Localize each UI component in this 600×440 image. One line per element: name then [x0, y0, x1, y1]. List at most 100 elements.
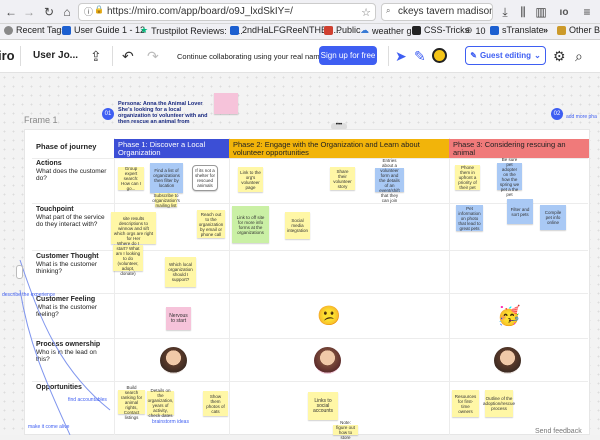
- sticky-note[interactable]: Links to social accounts: [308, 392, 338, 420]
- back-arrow-icon[interactable]: ←: [4, 4, 18, 20]
- share-upload-icon[interactable]: ⇪: [90, 48, 102, 65]
- sticky-note[interactable]: Be sure pet adopter on the how the sprin…: [497, 157, 522, 197]
- send-feedback-link[interactable]: Send feedback: [535, 428, 582, 435]
- sticky-note[interactable]: Show them photos of cats: [203, 391, 228, 416]
- sticky-note[interactable]: Subscribe to organization's mailing list: [152, 193, 180, 208]
- row-divider: [32, 203, 588, 204]
- sticky-note[interactable]: Compile pet info online: [540, 205, 566, 230]
- redo-icon[interactable]: ↷: [147, 48, 159, 65]
- sticky-note[interactable]: Resources for first-time owners: [452, 390, 479, 417]
- sticky-note[interactable]: Link to off site for more info forms at …: [232, 206, 269, 243]
- extension-icon[interactable]: ıo: [556, 4, 572, 20]
- row-label-actions: Actions What does the customer do?: [36, 160, 107, 182]
- sticky-note[interactable]: Pet information on photo that lead to gr…: [456, 205, 483, 231]
- sticky-note[interactable]: Details on the organization, years of ac…: [147, 388, 174, 418]
- sticky-note[interactable]: Find a list of organizations then filter…: [150, 163, 183, 193]
- owner-avatar[interactable]: [160, 347, 187, 374]
- sticky-note[interactable]: Note: figure out how to store: [333, 420, 358, 440]
- forward-arrow-icon[interactable]: →: [22, 4, 36, 20]
- bookmark-favicon-icon: [62, 25, 71, 35]
- bookmark-favicon-icon: [324, 25, 333, 35]
- folder-icon: [557, 25, 566, 35]
- sticky-note[interactable]: Filter and sort pets: [507, 199, 533, 224]
- celebrate-icon[interactable]: ✎: [414, 48, 426, 65]
- library-icon[interactable]: ⫼: [516, 4, 530, 20]
- emoji-sticker[interactable]: 😕: [317, 304, 341, 328]
- pencil-icon: ✎: [470, 51, 477, 60]
- search-icon: ⌕: [386, 6, 391, 15]
- bookmark-item[interactable]: User Guide 1 - 12: [62, 25, 145, 35]
- find-accountables-link[interactable]: find accountables: [68, 397, 107, 403]
- lock-icon: 🔒: [94, 5, 104, 14]
- bookmark-favicon-icon: [490, 25, 499, 35]
- emoji-sticker[interactable]: 🥳: [497, 304, 521, 328]
- column-divider: [229, 138, 230, 435]
- sticky-note[interactable]: If its not a shelter for rescued animals: [192, 165, 218, 191]
- bookmark-item[interactable]: Other Bo: [557, 25, 600, 35]
- sticky-note[interactable]: Share their volunteer story: [330, 167, 355, 190]
- miro-logo[interactable]: iro: [0, 48, 15, 63]
- download-icon[interactable]: ⤓: [498, 4, 512, 20]
- board-name[interactable]: User Jo...: [33, 50, 78, 61]
- sticky-note[interactable]: Outline of the adoption/rescue process: [483, 390, 515, 417]
- sticky-note[interactable]: Social media integration: [285, 212, 310, 239]
- owner-avatar[interactable]: [314, 347, 341, 374]
- persona-text[interactable]: Persona: Anna the Animal Lover She's loo…: [118, 101, 214, 125]
- chevron-down-icon: ⌄: [534, 51, 541, 60]
- bookmarks-overflow-button[interactable]: »: [543, 25, 548, 35]
- bookmark-item[interactable]: ★ Trustpilot Reviews: E...: [140, 25, 243, 36]
- phase-1-header[interactable]: Phase 1: Discover a Local Organization: [114, 139, 229, 158]
- bookmark-item[interactable]: Public: [324, 25, 361, 35]
- guest-banner-text: Continue collaborating using your real n…: [177, 52, 326, 61]
- sticky-note[interactable]: site results descriptions to winnow and …: [111, 212, 156, 244]
- cloud-icon: ☁: [360, 25, 369, 35]
- home-icon[interactable]: ⌂: [60, 4, 74, 20]
- bookmark-star-icon[interactable]: ☆: [360, 5, 372, 19]
- step-badge: 01: [102, 108, 114, 120]
- address-bar[interactable]: ⓘ 🔒 https://miro.com/app/board/o9J_lxdSk…: [78, 3, 376, 21]
- user-avatar[interactable]: [432, 48, 447, 63]
- owner-avatar[interactable]: [494, 347, 521, 374]
- sticky-note[interactable]: Phone them in upfront a priority of thei…: [455, 165, 480, 190]
- frame-label[interactable]: Frame 1: [24, 115, 58, 125]
- sticky-note[interactable]: Group expert search: How can I go...: [118, 166, 144, 191]
- guest-editing-button[interactable]: ✎ Guest editing ⌄: [465, 46, 546, 65]
- divider: [112, 46, 113, 66]
- sticky-note[interactable]: Link to the org's volunteer page: [238, 167, 263, 192]
- search-icon[interactable]: ⌕: [575, 48, 583, 65]
- brainstorm-ideas-link[interactable]: brainstorm ideas: [152, 419, 189, 425]
- tag-icon: [4, 25, 13, 35]
- row-label-touchpoint: Touchpoint What part of the service do th…: [36, 206, 105, 228]
- cursor-select-icon[interactable]: ➤: [395, 48, 407, 65]
- browser-toolbar: ← → ↻ ⌂ ⓘ 🔒 https://miro.com/app/board/o…: [0, 0, 600, 24]
- globe-icon: ⊕: [465, 25, 473, 35]
- sticky-note[interactable]: Nervous to start: [166, 307, 191, 330]
- reload-icon[interactable]: ↻: [42, 4, 56, 20]
- sticky-note[interactable]: Reach out to the organization by email o…: [197, 210, 225, 238]
- frame-side-handle[interactable]: [16, 265, 23, 279]
- phase-2-header[interactable]: Phase 2: Engage with the Organization an…: [229, 139, 449, 158]
- bookmark-item[interactable]: Recent Tags: [4, 25, 66, 35]
- sticky-note-empty[interactable]: [214, 93, 238, 114]
- step-badge: 02: [551, 108, 563, 120]
- sidebar-icon[interactable]: ▥: [534, 4, 548, 20]
- menu-icon[interactable]: ≡: [580, 4, 594, 20]
- divider: [388, 46, 389, 66]
- add-more-phases-link[interactable]: add more pha: [566, 114, 597, 120]
- undo-icon[interactable]: ↶: [122, 48, 134, 65]
- sign-up-button[interactable]: Sign up for free: [319, 46, 377, 65]
- phase-3-header[interactable]: Phase 3: Considering rescuing an animal: [449, 139, 589, 158]
- bookmark-item[interactable]: CSS-Tricks: [412, 25, 469, 35]
- column-divider: [449, 138, 450, 435]
- sticky-note[interactable]: Build search ranking for animal rights, …: [118, 385, 145, 420]
- bookmark-item[interactable]: sTranslate: [490, 25, 544, 35]
- sticky-note[interactable]: Entries about a volunteer form and the d…: [375, 158, 404, 203]
- make-it-come-alive-link[interactable]: make it come alive: [28, 424, 69, 430]
- star-icon: ★: [140, 25, 149, 35]
- sticky-note[interactable]: Which local organization should I suppor…: [165, 257, 196, 287]
- search-value: ckeys tavern madison wi: [398, 6, 493, 17]
- describe-experience-link[interactable]: describe the experience: [2, 292, 55, 298]
- search-box[interactable]: ⌕ ckeys tavern madison wi: [381, 3, 493, 21]
- settings-sliders-icon[interactable]: ⚙: [553, 48, 566, 65]
- bookmark-item[interactable]: ⊕ 10: [465, 25, 486, 36]
